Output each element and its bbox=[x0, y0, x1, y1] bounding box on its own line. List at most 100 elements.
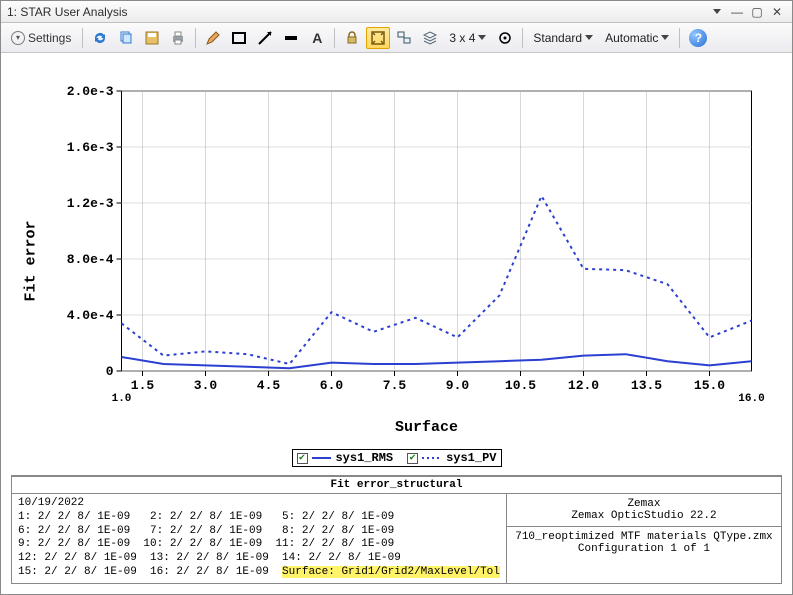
svg-text:1.0: 1.0 bbox=[112, 393, 132, 405]
info-row: 6: 2/ 2/ 8/ 1E-09 7: 2/ 2/ 8/ 1E-09 8: 2… bbox=[18, 525, 500, 539]
caret-icon bbox=[585, 35, 593, 40]
line-weight-icon bbox=[283, 30, 299, 46]
pencil-icon bbox=[205, 30, 221, 46]
close-button[interactable]: ✕ bbox=[768, 4, 786, 20]
configuration: Configuration 1 of 1 bbox=[511, 543, 777, 555]
svg-text:16.0: 16.0 bbox=[738, 393, 764, 405]
plot-area: Fit error Surface 04.0e-48.0e-41.2e-31.6… bbox=[1, 53, 792, 594]
svg-text:13.5: 13.5 bbox=[631, 378, 662, 393]
grid-layout-dropdown[interactable]: 3 x 4 bbox=[444, 27, 491, 49]
separator bbox=[679, 28, 680, 48]
settings-label: Settings bbox=[28, 31, 71, 45]
titlebar: 1: STAR User Analysis — ▢ ✕ bbox=[1, 1, 792, 23]
dropdown-button[interactable] bbox=[708, 4, 726, 20]
fit-icon bbox=[370, 30, 386, 46]
layers-icon bbox=[422, 30, 438, 46]
refresh-icon bbox=[92, 30, 108, 46]
maximize-button[interactable]: ▢ bbox=[748, 4, 766, 20]
arrow-icon bbox=[257, 30, 273, 46]
grid-layout-label: 3 x 4 bbox=[449, 31, 475, 45]
separator bbox=[522, 28, 523, 48]
info-body: 10/19/2022 1: 2/ 2/ 8/ 1E-09 2: 2/ 2/ 8/… bbox=[11, 494, 782, 584]
window-title: 1: STAR User Analysis bbox=[7, 5, 706, 19]
info-highlight: Surface: Grid1/Grid2/MaxLevel/Tol bbox=[282, 566, 500, 578]
svg-text:8.0e-4: 8.0e-4 bbox=[67, 252, 114, 267]
legend-label-1: sys1_RMS bbox=[335, 451, 393, 465]
text-tool-button[interactable]: A bbox=[305, 27, 329, 49]
copy-button[interactable] bbox=[114, 27, 138, 49]
lock-button[interactable] bbox=[340, 27, 364, 49]
rectangle-tool-button[interactable] bbox=[227, 27, 251, 49]
pencil-tool-button[interactable] bbox=[201, 27, 225, 49]
standard-dropdown[interactable]: Standard bbox=[528, 27, 598, 49]
settings-expand-button[interactable]: ▾ Settings bbox=[5, 27, 77, 49]
separator bbox=[334, 28, 335, 48]
rectangle-icon bbox=[231, 30, 247, 46]
windows-button[interactable] bbox=[392, 27, 416, 49]
info-row: 9: 2/ 2/ 8/ 1E-09 10: 2/ 2/ 8/ 1E-09 11:… bbox=[18, 538, 500, 552]
save-button[interactable] bbox=[140, 27, 164, 49]
info-header: Fit error_structural bbox=[11, 477, 782, 494]
layers-button[interactable] bbox=[418, 27, 442, 49]
minimize-button[interactable]: — bbox=[728, 4, 746, 20]
fit-view-button[interactable] bbox=[366, 27, 390, 49]
info-last-prefix: 15: 2/ 2/ 8/ 1E-09 16: 2/ 2/ 8/ 1E-09 bbox=[18, 566, 282, 578]
print-button[interactable] bbox=[166, 27, 190, 49]
legend-line-dotted bbox=[422, 453, 442, 463]
svg-text:7.5: 7.5 bbox=[383, 378, 407, 393]
x-axis-label: Surface bbox=[395, 419, 458, 436]
info-panel: Fit error_structural 10/19/2022 1: 2/ 2/… bbox=[11, 475, 782, 584]
caret-icon bbox=[661, 35, 669, 40]
target-icon bbox=[497, 30, 513, 46]
svg-text:15.0: 15.0 bbox=[694, 378, 725, 393]
caret-icon bbox=[478, 35, 486, 40]
standard-label: Standard bbox=[533, 31, 582, 45]
info-right-box-2: 710_reoptimized MTF materials QType.zmx … bbox=[507, 526, 781, 559]
help-icon: ? bbox=[689, 29, 707, 47]
automatic-label: Automatic bbox=[605, 31, 658, 45]
legend-label-2: sys1_PV bbox=[446, 451, 496, 465]
line-tool-button[interactable] bbox=[253, 27, 277, 49]
separator bbox=[195, 28, 196, 48]
software-name: Zemax bbox=[511, 498, 777, 510]
info-row: 15: 2/ 2/ 8/ 1E-09 16: 2/ 2/ 8/ 1E-09 Su… bbox=[18, 566, 500, 580]
help-button[interactable]: ? bbox=[685, 27, 711, 49]
info-right-box-1: Zemax Zemax OpticStudio 22.2 bbox=[507, 494, 781, 526]
print-icon bbox=[170, 30, 186, 46]
save-icon bbox=[144, 30, 160, 46]
plot-box: 04.0e-48.0e-41.2e-31.6e-32.0e-31.53.04.5… bbox=[67, 84, 765, 405]
info-right: Zemax Zemax OpticStudio 22.2 710_reoptim… bbox=[506, 494, 781, 583]
svg-text:2.0e-3: 2.0e-3 bbox=[67, 84, 114, 99]
app-window: 1: STAR User Analysis — ▢ ✕ ▾ Settings A… bbox=[0, 0, 793, 595]
file-name: 710_reoptimized MTF materials QType.zmx bbox=[511, 531, 777, 543]
caret-icon bbox=[713, 9, 721, 14]
info-left: 10/19/2022 1: 2/ 2/ 8/ 1E-09 2: 2/ 2/ 8/… bbox=[12, 494, 506, 583]
svg-text:0: 0 bbox=[106, 364, 114, 379]
svg-text:9.0: 9.0 bbox=[446, 378, 470, 393]
software-version: Zemax OpticStudio 22.2 bbox=[511, 510, 777, 522]
svg-text:1.2e-3: 1.2e-3 bbox=[67, 196, 114, 211]
svg-text:6.0: 6.0 bbox=[320, 378, 344, 393]
svg-text:3.0: 3.0 bbox=[194, 378, 218, 393]
legend-line-solid bbox=[312, 453, 332, 463]
copy-icon bbox=[118, 30, 134, 46]
svg-text:12.0: 12.0 bbox=[568, 378, 599, 393]
toolbar: ▾ Settings A 3 x 4 Standard Automatic bbox=[1, 23, 792, 53]
chevron-down-icon: ▾ bbox=[11, 31, 25, 45]
svg-text:1.5: 1.5 bbox=[131, 378, 155, 393]
separator bbox=[82, 28, 83, 48]
y-axis-label: Fit error bbox=[23, 220, 40, 301]
weight-tool-button[interactable] bbox=[279, 27, 303, 49]
target-button[interactable] bbox=[493, 27, 517, 49]
text-icon: A bbox=[312, 30, 322, 46]
refresh-button[interactable] bbox=[88, 27, 112, 49]
legend-check-1[interactable]: ✔ bbox=[297, 453, 308, 464]
chart: Fit error Surface 04.0e-48.0e-41.2e-31.6… bbox=[11, 61, 782, 441]
windows-icon bbox=[396, 30, 412, 46]
svg-text:4.5: 4.5 bbox=[257, 378, 281, 393]
svg-text:10.5: 10.5 bbox=[505, 378, 536, 393]
lock-icon bbox=[344, 30, 360, 46]
automatic-dropdown[interactable]: Automatic bbox=[600, 27, 674, 49]
info-row: 1: 2/ 2/ 8/ 1E-09 2: 2/ 2/ 8/ 1E-09 5: 2… bbox=[18, 511, 500, 525]
legend-check-2[interactable]: ✔ bbox=[407, 453, 418, 464]
